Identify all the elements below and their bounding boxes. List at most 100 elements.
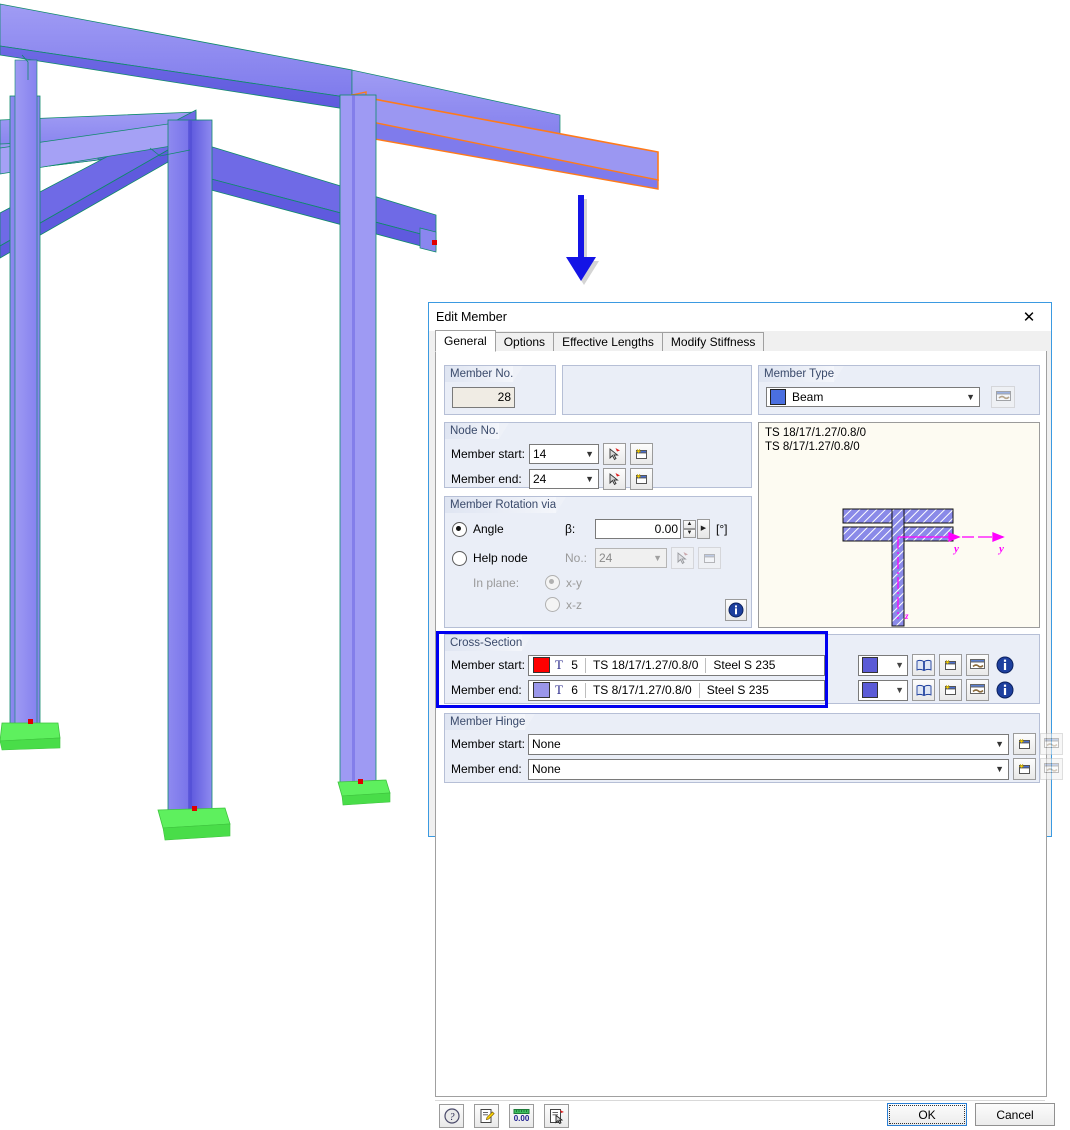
color-swatch xyxy=(862,657,878,673)
units-button[interactable]: 0.00 xyxy=(509,1104,534,1128)
preview-axis-y2: y xyxy=(997,543,1004,555)
tab-options[interactable]: Options xyxy=(494,332,555,352)
member-type-combo[interactable]: Beam ▼ xyxy=(766,387,980,407)
cross-section-end-label: Member end: xyxy=(451,683,522,697)
pick-node-icon xyxy=(609,473,620,486)
group-header-member-type: Member Type xyxy=(759,366,845,382)
member-hinge-start-new-button[interactable] xyxy=(1013,733,1036,755)
tab-general[interactable]: General xyxy=(435,330,496,352)
cross-section-end-info-button[interactable] xyxy=(993,679,1016,701)
node-end-new-button[interactable] xyxy=(630,468,653,490)
group-header-member-rotation: Member Rotation via xyxy=(445,497,567,513)
info-icon xyxy=(996,681,1013,699)
rotation-angle-row[interactable]: Angle β: 0.00 ▲ ▼ ▶ [°] xyxy=(452,519,727,539)
edit-member-dialog[interactable]: Edit Member ✕ General Options Effective … xyxy=(428,302,1063,1128)
member-hinge-end-new-button[interactable] xyxy=(1013,758,1036,780)
cross-section-start-field[interactable]: T 5 TS 18/17/1.27/0.8/0 Steel S 235 xyxy=(528,654,825,676)
tab-effective-lengths[interactable]: Effective Lengths xyxy=(553,332,663,352)
cross-section-end-library-button[interactable] xyxy=(912,679,935,701)
radio-plane-xz[interactable] xyxy=(545,597,560,612)
cross-section-start-info-button[interactable] xyxy=(993,654,1016,676)
rotation-in-plane-row-2: x-z xyxy=(545,597,582,612)
close-icon[interactable]: ✕ xyxy=(1007,303,1051,330)
cross-section-start-properties-button[interactable] xyxy=(966,654,989,676)
rotation-in-plane-row: In plane: x-y xyxy=(473,575,582,590)
new-hinge-icon xyxy=(1018,763,1030,774)
cross-section-start-color-combo[interactable]: ▼ xyxy=(858,654,908,676)
help-button[interactable]: ? xyxy=(439,1104,464,1128)
group-member-hinge: Member Hinge Member start: None ▼ Member… xyxy=(444,713,1063,783)
member-hinge-start-combo[interactable]: None ▼ xyxy=(528,733,1009,755)
tab-modify-stiffness[interactable]: Modify Stiffness xyxy=(661,332,765,352)
support-plate-right xyxy=(337,779,391,806)
preview-axis-y1: y xyxy=(952,543,959,555)
node-start-value: 14 xyxy=(533,447,547,461)
member-hinge-end-properties-button[interactable] xyxy=(1040,758,1063,780)
properties-icon xyxy=(1044,762,1059,773)
help-node-pick-button[interactable] xyxy=(671,547,694,569)
chevron-down-icon: ▼ xyxy=(895,685,904,695)
member-hinge-end-value: None xyxy=(532,762,561,776)
cross-section-start-no: 5 xyxy=(571,658,578,672)
beta-more-button[interactable]: ▶ xyxy=(697,519,710,539)
rotation-help-node-row[interactable]: Help node No.: 24 ▼ xyxy=(452,547,721,569)
chevron-down-icon: ▼ xyxy=(995,739,1004,749)
cross-section-start-designation: TS 18/17/1.27/0.8/0 xyxy=(592,658,699,672)
member-type-properties-button[interactable] xyxy=(991,386,1015,408)
radio-plane-xy[interactable] xyxy=(545,575,560,590)
floor-beam-right xyxy=(195,141,437,253)
cross-section-end-color-combo[interactable]: ▼ xyxy=(858,679,908,701)
help-icon: ? xyxy=(443,1108,460,1124)
section-type-icon: T xyxy=(555,682,563,697)
select-button[interactable] xyxy=(544,1104,569,1128)
support-plate-center xyxy=(157,806,231,841)
comment-button[interactable] xyxy=(474,1104,499,1128)
member-hinge-end-combo[interactable]: None ▼ xyxy=(528,758,1009,780)
cross-section-start-color-swatch xyxy=(533,657,550,673)
member-hinge-end-label: Member end: xyxy=(451,762,522,776)
beta-spinner[interactable]: ▲ ▼ xyxy=(683,520,696,538)
node-start-new-button[interactable] xyxy=(630,443,653,465)
member-hinge-start-value: None xyxy=(532,737,561,751)
group-header-member-hinge: Member Hinge xyxy=(445,714,536,730)
member-type-color-swatch xyxy=(770,389,786,405)
rotation-help-node-label: Help node xyxy=(473,551,528,565)
dialog-titlebar[interactable]: Edit Member ✕ xyxy=(429,303,1051,331)
cross-section-end-properties-button[interactable] xyxy=(966,679,989,701)
radio-angle[interactable] xyxy=(452,521,467,537)
node-end-pick-button[interactable] xyxy=(603,468,626,490)
member-no-field[interactable]: 28 xyxy=(452,387,515,408)
cross-section-start-new-button[interactable] xyxy=(939,654,962,676)
cross-section-preview[interactable]: TS 18/17/1.27/0.8/0 TS 8/17/1.27/0.8/0 y… xyxy=(758,422,1040,628)
column-center xyxy=(167,119,213,811)
group-header-cross-section: Cross-Section xyxy=(445,635,533,651)
ok-button[interactable]: OK xyxy=(887,1103,967,1126)
spinner-up-icon[interactable]: ▲ xyxy=(683,520,696,529)
node-start-pick-button[interactable] xyxy=(603,443,626,465)
properties-icon xyxy=(970,683,985,694)
cross-section-start-library-button[interactable] xyxy=(912,654,935,676)
node-start-combo[interactable]: 14 ▼ xyxy=(529,444,599,464)
chevron-down-icon: ▼ xyxy=(966,392,975,402)
dialog-tabs[interactable]: General Options Effective Lengths Modify… xyxy=(435,330,1045,353)
member-hinge-start-label: Member start: xyxy=(451,737,526,751)
units-icon: 0.00 xyxy=(513,1109,530,1123)
member-type-value: Beam xyxy=(792,390,824,404)
properties-icon xyxy=(970,658,985,669)
help-node-new-button[interactable] xyxy=(698,547,721,569)
radio-help-node[interactable] xyxy=(452,550,467,566)
spinner-down-icon[interactable]: ▼ xyxy=(683,529,696,538)
rotation-info-button[interactable] xyxy=(725,599,747,621)
beta-input[interactable]: 0.00 xyxy=(595,519,681,539)
beta-unit: [°] xyxy=(716,522,728,536)
cancel-button[interactable]: Cancel xyxy=(975,1103,1055,1126)
cross-section-end-field[interactable]: T 6 TS 8/17/1.27/0.8/0 Steel S 235 xyxy=(528,679,825,701)
cross-section-end-new-button[interactable] xyxy=(939,679,962,701)
pick-node-icon xyxy=(609,448,620,461)
member-hinge-start-properties-button[interactable] xyxy=(1040,733,1063,755)
help-node-combo[interactable]: 24 ▼ xyxy=(595,548,667,568)
cross-section-end-no: 6 xyxy=(571,683,578,697)
group-header-member-no: Member No. xyxy=(445,366,524,382)
node-end-combo[interactable]: 24 ▼ xyxy=(529,469,599,489)
new-section-icon xyxy=(944,659,956,670)
